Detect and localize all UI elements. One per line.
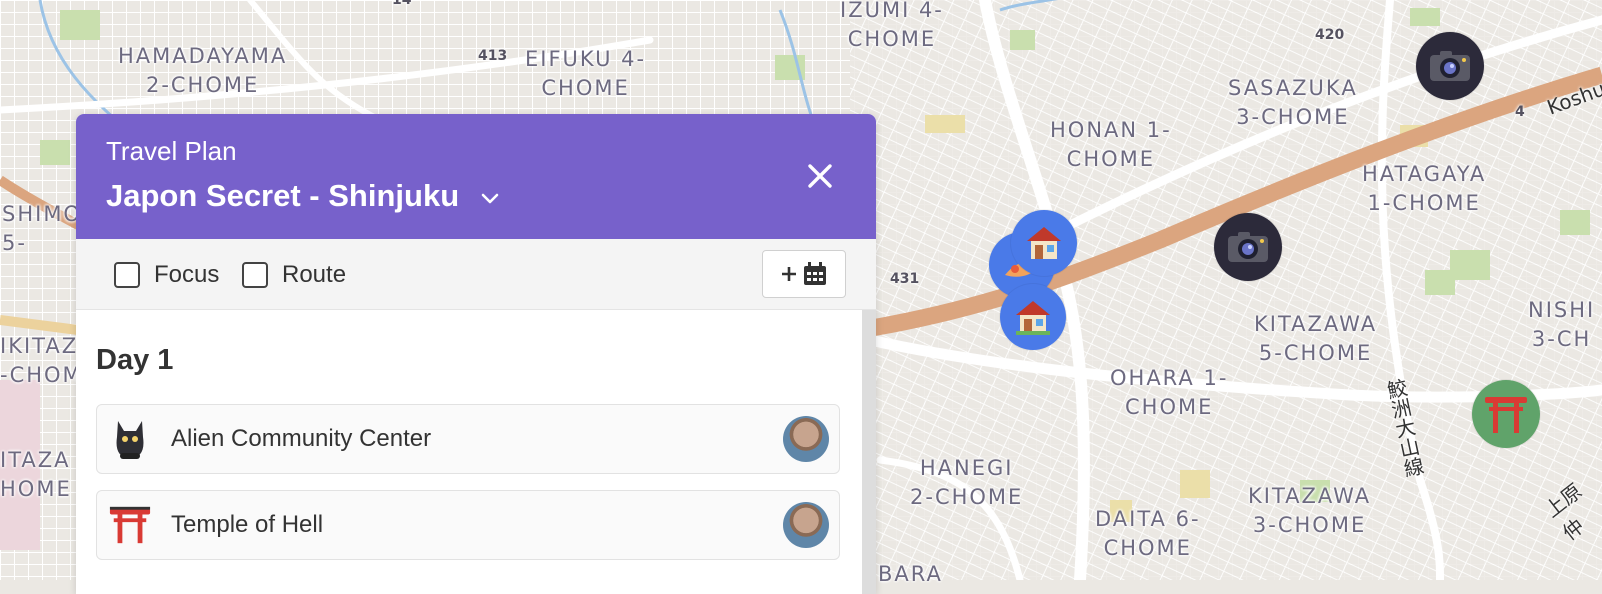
area-label: IZUMI 4- CHOME (840, 0, 944, 51)
scrollbar[interactable] (862, 310, 876, 594)
avatar[interactable] (783, 416, 829, 462)
list-item[interactable]: Temple of Hell (96, 490, 840, 560)
focus-checkbox[interactable]: Focus (114, 261, 219, 289)
area-label: OHARA 1- CHOME (1110, 366, 1229, 419)
house-icon (1016, 301, 1050, 335)
area-label: HAMADAYAMA 2-CHOME (118, 44, 288, 97)
panel-header: Travel Plan Japon Secret - Shinjuku (76, 114, 876, 239)
chevron-down-icon (481, 193, 499, 204)
area-label: HATAGAYA 1-CHOME (1362, 162, 1487, 215)
house-icon (1027, 227, 1061, 259)
avatar[interactable] (783, 502, 829, 548)
area-label: KITAZAWA 3-CHOME (1248, 484, 1372, 537)
item-label: Temple of Hell (171, 511, 324, 538)
area-label: SHIMO 5- (2, 202, 82, 255)
camera-icon (1228, 232, 1268, 262)
plus-icon (782, 267, 796, 281)
torii-gate-icon (107, 502, 153, 548)
camera-icon (1430, 51, 1470, 81)
shrine-marker[interactable] (1472, 380, 1540, 448)
camera-marker[interactable] (1416, 32, 1484, 100)
road-number: 420 (1315, 27, 1345, 43)
cat-icon (107, 416, 153, 462)
calendar-icon (804, 262, 826, 285)
area-label: HONAN 1- CHOME (1050, 118, 1172, 171)
house-marker[interactable] (1011, 210, 1077, 276)
checkbox-box[interactable] (114, 262, 140, 288)
area-label: KITAZAWA 5-CHOME (1254, 312, 1378, 365)
panel-body: Day 1 Alien Community Center Temple of H… (76, 310, 876, 594)
house-marker[interactable] (1000, 284, 1066, 350)
route-checkbox[interactable]: Route (242, 261, 346, 289)
area-label: NISHI 3-CH (1528, 298, 1596, 351)
panel-subtitle: Travel Plan (106, 136, 237, 166)
day-title: Day 1 (96, 344, 174, 376)
area-label: HANEGI 2-CHOME (910, 456, 1024, 509)
plan-selector[interactable]: Japon Secret - Shinjuku (106, 178, 499, 214)
area-label: IKITAZ -CHOM (0, 334, 83, 387)
road-number: 431 (890, 271, 920, 287)
area-label: DAITA 6- CHOME (1095, 507, 1201, 560)
checkbox-box[interactable] (242, 262, 268, 288)
close-icon[interactable] (806, 162, 834, 190)
area-label: EIFUKU 4- CHOME (525, 47, 647, 100)
route-label: Route (282, 261, 347, 288)
add-day-button[interactable] (762, 250, 846, 298)
plan-name: Japon Secret - Shinjuku (106, 178, 460, 213)
list-item[interactable]: Alien Community Center (96, 404, 840, 474)
road-number: 4 (1515, 104, 1525, 120)
panel-toolbar: Focus Route (76, 239, 876, 310)
camera-marker[interactable] (1214, 213, 1282, 281)
focus-label: Focus (154, 261, 220, 288)
travel-plan-panel: Travel Plan Japon Secret - Shinjuku Focu… (76, 114, 876, 594)
item-label: Alien Community Center (171, 425, 432, 452)
area-label: ITAZA HOME (0, 448, 72, 501)
area-label: SASAZUKA 3-CHOME (1228, 76, 1358, 129)
torii-gate-icon (1485, 397, 1527, 433)
road-number: 14 (392, 0, 412, 8)
area-label: BARA (878, 562, 943, 586)
road-number: 413 (478, 48, 508, 64)
